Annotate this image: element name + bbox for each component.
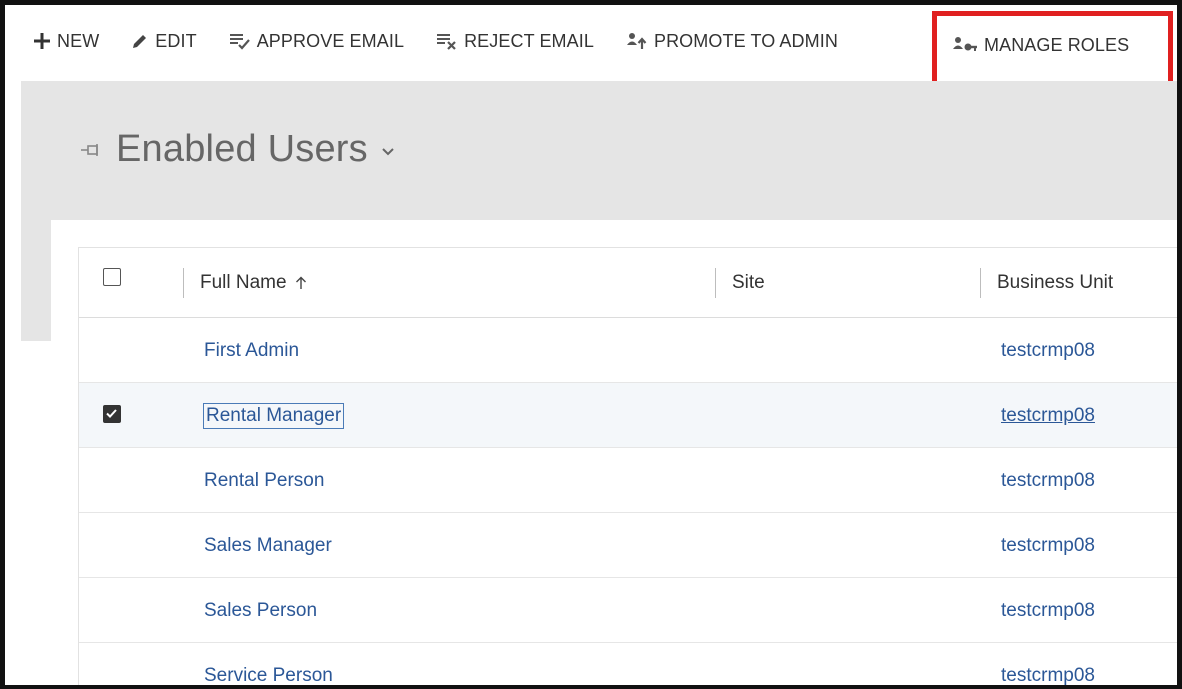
approve-email-icon [229, 32, 251, 50]
column-header-site[interactable]: Site [715, 248, 765, 318]
new-button[interactable]: NEW [33, 21, 99, 61]
reject-email-label: REJECT EMAIL [464, 30, 594, 51]
sort-ascending-icon [295, 276, 307, 290]
chevron-down-icon[interactable] [382, 147, 394, 156]
full-name-header-label: Full Name [200, 272, 287, 293]
pin-icon[interactable] [80, 143, 102, 157]
business-unit-link[interactable]: testcrmp08 [1001, 578, 1095, 643]
table-row[interactable]: Rental Manager testcrmp08 [79, 383, 1177, 448]
column-header-full-name[interactable]: Full Name [183, 248, 307, 318]
approve-email-button[interactable]: APPROVE EMAIL [229, 21, 404, 61]
business-unit-link[interactable]: testcrmp08 [1001, 513, 1095, 578]
grid-header: Full Name Site Business Unit [79, 248, 1177, 318]
full-name-link[interactable]: First Admin [204, 318, 299, 383]
business-unit-link[interactable]: testcrmp08 [1001, 318, 1095, 383]
full-name-link[interactable]: Sales Person [204, 578, 317, 643]
plus-icon [33, 32, 51, 50]
table-row[interactable]: Sales Manager testcrmp08 [79, 513, 1177, 578]
promote-to-admin-button[interactable]: PROMOTE TO ADMIN [626, 21, 838, 61]
edit-button[interactable]: EDIT [131, 21, 197, 61]
approve-email-label: APPROVE EMAIL [256, 30, 405, 51]
business-unit-link[interactable]: testcrmp08 [1001, 383, 1095, 448]
command-bar: NEW EDIT APPROVE EMAIL REJECT EMAIL PROM… [5, 5, 1177, 87]
pencil-icon [131, 32, 149, 50]
promote-user-icon [626, 32, 648, 50]
manage-roles-label: MANAGE ROLES [984, 34, 1130, 55]
column-separator [183, 268, 184, 298]
manage-roles-button[interactable]: MANAGE ROLES [932, 11, 1173, 87]
app-frame: NEW EDIT APPROVE EMAIL REJECT EMAIL PROM… [0, 0, 1182, 689]
full-name-link[interactable]: Sales Manager [204, 513, 332, 578]
view-selector[interactable]: Enabled Users [80, 128, 394, 171]
select-all-checkbox[interactable] [103, 268, 121, 286]
new-label: NEW [57, 30, 100, 51]
column-separator [715, 268, 716, 298]
table-row[interactable]: Sales Person testcrmp08 [79, 578, 1177, 643]
manage-roles-icon [952, 36, 978, 54]
reject-email-button[interactable]: REJECT EMAIL [436, 21, 594, 61]
table-row[interactable]: First Admin testcrmp08 [79, 318, 1177, 383]
full-name-link[interactable]: Rental Manager [202, 383, 345, 448]
business-unit-header-label: Business Unit [997, 272, 1114, 293]
view-title: Enabled Users [116, 128, 368, 170]
reject-email-icon [436, 32, 458, 50]
promote-to-admin-label: PROMOTE TO ADMIN [653, 30, 838, 51]
row-checkbox[interactable] [103, 405, 121, 423]
business-unit-link[interactable]: testcrmp08 [1001, 643, 1095, 686]
site-header-label: Site [732, 272, 765, 293]
business-unit-link[interactable]: testcrmp08 [1001, 448, 1095, 513]
table-row[interactable]: Service Person testcrmp08 [79, 643, 1177, 686]
column-separator [980, 268, 981, 298]
edit-label: EDIT [155, 30, 197, 51]
column-header-business-unit[interactable]: Business Unit [980, 248, 1113, 318]
full-name-link[interactable]: Service Person [204, 643, 333, 686]
users-grid: Full Name Site Business Unit First Admin… [78, 247, 1177, 686]
full-name-link[interactable]: Rental Person [204, 448, 324, 513]
table-row[interactable]: Rental Person testcrmp08 [79, 448, 1177, 513]
